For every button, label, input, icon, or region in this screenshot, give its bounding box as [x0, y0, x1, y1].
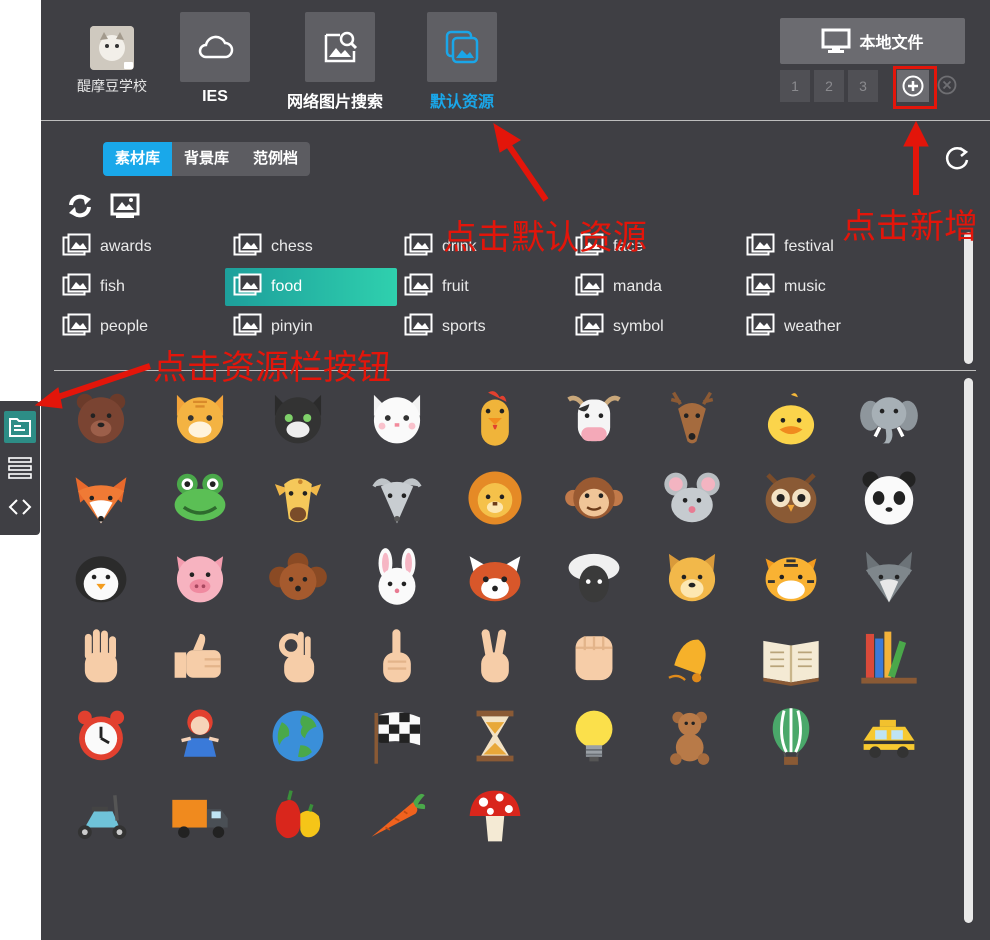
annotation-add-new: 点击新增	[842, 207, 978, 247]
annotation-resource-button: 点击资源栏按钮	[153, 348, 391, 388]
annotation-arrows	[34, 120, 929, 409]
annotation-default-resource: 点击默认资源	[443, 218, 647, 258]
add-highlight-box	[893, 66, 937, 109]
